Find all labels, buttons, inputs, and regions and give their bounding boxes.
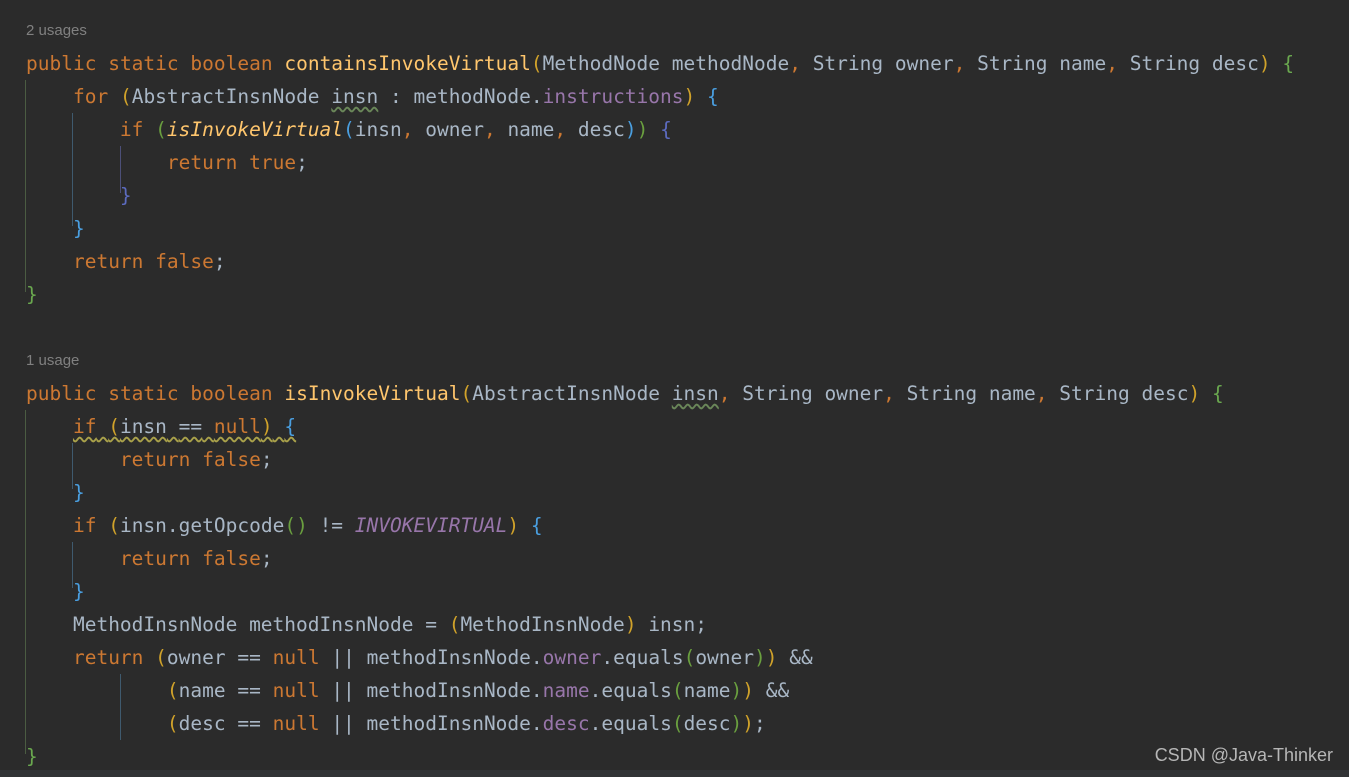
code-editor[interactable]: 2 usages public static boolean containsI… — [0, 0, 1349, 777]
code-line-16[interactable]: if (insn.getOpcode() != INVOKEVIRTUAL) { — [26, 509, 543, 542]
code-line-17[interactable]: return false; — [26, 542, 273, 575]
code-line-18[interactable]: } — [26, 575, 85, 608]
code-line-7[interactable]: } — [26, 212, 85, 245]
code-line-8[interactable]: return false; — [26, 245, 226, 278]
code-line-2[interactable]: public static boolean containsInvokeVirt… — [26, 47, 1294, 80]
code-line-6[interactable]: } — [26, 179, 132, 212]
code-line-21[interactable]: (name == null || methodInsnNode.name.equ… — [26, 674, 789, 707]
editor-bottom-strip — [0, 770, 1349, 777]
code-line-22[interactable]: (desc == null || methodInsnNode.desc.equ… — [26, 707, 766, 740]
code-line-5[interactable]: return true; — [26, 146, 308, 179]
code-line-4[interactable]: if (isInvokeVirtual(insn, owner, name, d… — [26, 113, 672, 146]
code-line-3[interactable]: for (AbstractInsnNode insn : methodNode.… — [26, 80, 719, 113]
code-line-12[interactable]: public static boolean isInvokeVirtual(Ab… — [26, 377, 1224, 410]
code-content[interactable]: 2 usages public static boolean containsI… — [0, 0, 1349, 770]
code-line-14[interactable]: return false; — [26, 443, 273, 476]
code-line-9[interactable]: } — [26, 278, 38, 311]
code-line-19[interactable]: MethodInsnNode methodInsnNode = (MethodI… — [26, 608, 707, 641]
usage-hint-contains-invoke-virtual[interactable]: 2 usages — [26, 18, 87, 44]
code-line-15[interactable]: } — [26, 476, 85, 509]
watermark-text: CSDN @Java-Thinker — [1154, 745, 1333, 765]
code-line-20[interactable]: return (owner == null || methodInsnNode.… — [26, 641, 813, 674]
usage-hint-is-invoke-virtual[interactable]: 1 usage — [26, 348, 79, 374]
code-line-23[interactable]: } — [26, 740, 38, 773]
code-line-13[interactable]: if (insn == null) { — [26, 410, 296, 443]
